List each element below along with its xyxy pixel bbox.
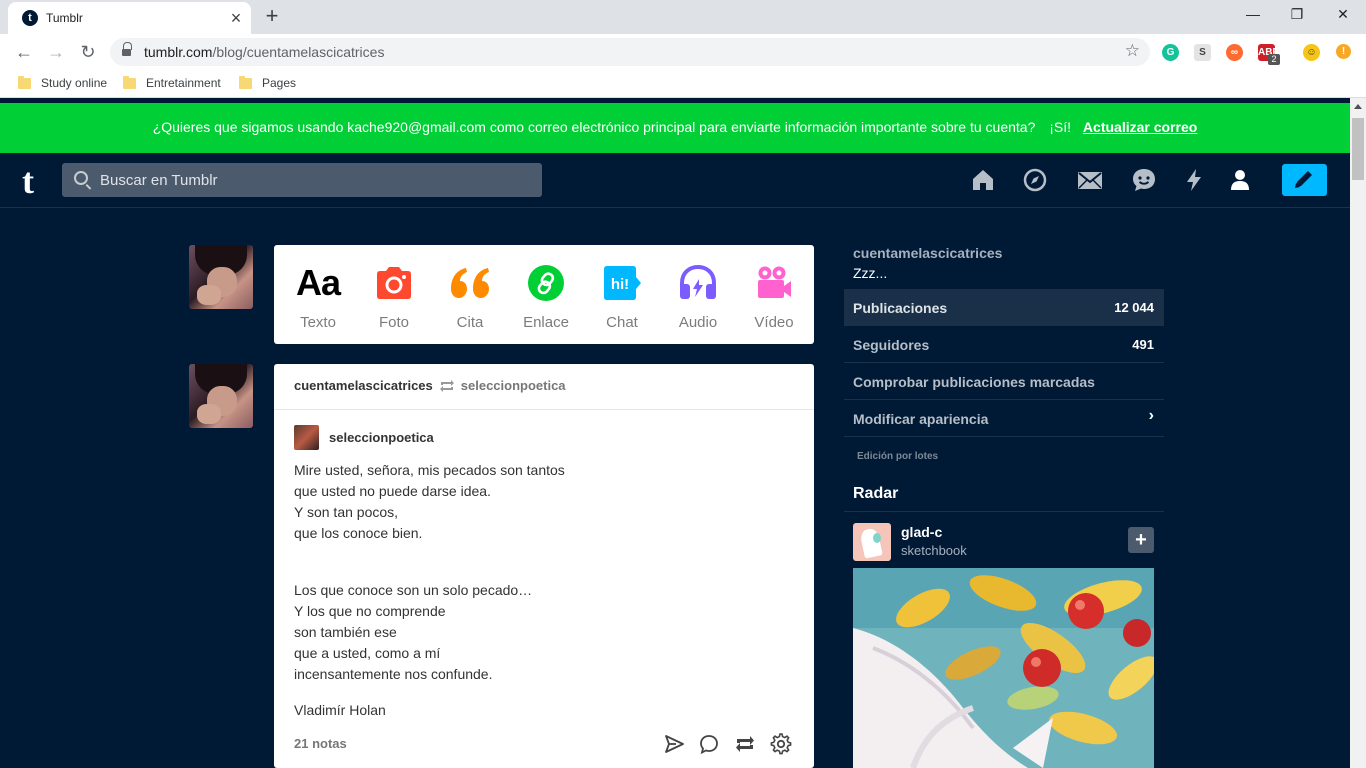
folder-icon xyxy=(123,75,136,89)
sidebar-blog-description: Zzz... xyxy=(853,265,888,281)
chat-icon: hi! xyxy=(584,263,660,303)
notes-count[interactable]: 21 notas xyxy=(294,736,347,751)
restore-icon[interactable]: ❐ xyxy=(1282,4,1312,24)
close-window-icon[interactable]: ✕ xyxy=(1328,4,1358,24)
reblog-icon[interactable] xyxy=(734,733,756,755)
post-type-video[interactable]: Vídeo xyxy=(736,263,812,331)
emoji-icon[interactable]: ☺ xyxy=(1303,44,1320,61)
avatar[interactable] xyxy=(189,364,253,428)
settings-gear-icon[interactable] xyxy=(770,733,792,755)
adblock-badge: 2 xyxy=(1268,54,1280,65)
radar-blog-name[interactable]: glad-c xyxy=(901,524,942,540)
bookmark-pages[interactable]: Pages xyxy=(239,75,296,90)
batch-edit-link[interactable]: Edición por lotes xyxy=(857,451,938,462)
reblog-source-link[interactable]: seleccionpoetica xyxy=(461,378,566,393)
home-icon[interactable] xyxy=(970,167,996,193)
search-input[interactable]: Buscar en Tumblr xyxy=(62,163,542,197)
post-author-link[interactable]: cuentamelascicatrices xyxy=(294,378,433,393)
search-placeholder: Buscar en Tumblr xyxy=(100,172,218,189)
bookmark-entretainment[interactable]: Entretainment xyxy=(123,75,221,90)
banner-message: ¿Quieres que sigamos usando kache920@gma… xyxy=(152,119,1036,135)
browser-tabstrip: t Tumblr × + — ❐ ✕ xyxy=(0,0,1366,34)
lock-icon xyxy=(122,42,132,57)
share-icon[interactable] xyxy=(663,733,685,755)
radar-artwork-image[interactable] xyxy=(853,568,1154,768)
sidebar-item-posts[interactable]: Publicaciones 12 044 xyxy=(844,289,1164,326)
browser-toolbar: ← → ↻ tumblr.com/blog/cuentamelascicatri… xyxy=(0,34,1366,70)
chevron-right-icon: › xyxy=(1148,407,1154,424)
scroll-thumb[interactable] xyxy=(1352,118,1364,180)
radar-title: Radar xyxy=(853,485,899,502)
reblog-author-link[interactable]: seleccionpoetica xyxy=(329,430,434,445)
grammarly-icon[interactable]: G xyxy=(1162,44,1179,61)
sidebar-item-edit-appearance[interactable]: Modificar apariencia › xyxy=(844,400,1164,437)
link-icon xyxy=(508,263,584,303)
sidebar-blog-name[interactable]: cuentamelascicatrices xyxy=(853,245,1002,261)
audio-icon xyxy=(660,263,736,303)
inbox-icon[interactable] xyxy=(1077,167,1103,193)
sidebar-item-followers[interactable]: Seguidores 491 xyxy=(844,326,1164,363)
reload-icon[interactable]: ↻ xyxy=(76,40,100,64)
forward-icon[interactable]: → xyxy=(44,40,68,64)
messages-icon[interactable] xyxy=(1131,167,1157,193)
svg-text:hi!: hi! xyxy=(611,276,629,293)
minimize-icon[interactable]: — xyxy=(1238,4,1268,24)
back-icon[interactable]: ← xyxy=(12,40,36,64)
avatar[interactable] xyxy=(189,245,253,309)
address-bar[interactable]: tumblr.com/blog/cuentamelascicatrices ☆ xyxy=(110,38,1150,66)
folder-icon xyxy=(18,75,31,89)
post-stanza-2: Los que conoce son un solo pecado… Y los… xyxy=(294,582,533,682)
search-icon xyxy=(74,171,88,185)
s-extension-icon[interactable]: S xyxy=(1194,44,1211,61)
tumblr-favicon-icon: t xyxy=(22,10,38,26)
post-stanza-1: Mire usted, señora, mis pecados son tant… xyxy=(294,462,565,541)
video-icon xyxy=(736,263,812,303)
post-type-photo[interactable]: Foto xyxy=(356,263,432,331)
post-type-picker: Aa Texto Foto Cita Enlace hi! Chat Audio xyxy=(274,245,814,344)
update-alert-icon[interactable]: ! xyxy=(1336,44,1351,59)
new-tab-button[interactable]: + xyxy=(260,4,284,28)
radar-divider xyxy=(844,511,1164,512)
bookmark-star-icon[interactable]: ☆ xyxy=(1125,41,1140,61)
post-type-chat[interactable]: hi! Chat xyxy=(584,263,660,331)
post-signature: Vladimír Holan xyxy=(294,702,386,718)
reply-icon[interactable] xyxy=(698,733,720,755)
sidebar-item-flagged-posts[interactable]: Comprobar publicaciones marcadas xyxy=(844,363,1164,400)
text-icon: Aa xyxy=(295,262,341,303)
activity-icon[interactable] xyxy=(1181,167,1207,193)
post-divider xyxy=(274,409,814,410)
post-type-link[interactable]: Enlace xyxy=(508,263,584,331)
explore-icon[interactable] xyxy=(1022,167,1048,193)
infinity-icon[interactable]: ∞ xyxy=(1226,44,1243,61)
radar-blog-subtitle: sketchbook xyxy=(901,543,967,558)
folder-icon xyxy=(239,75,252,89)
email-confirm-banner: ¿Quieres que sigamos usando kache920@gma… xyxy=(0,103,1350,153)
page-scrollbar[interactable] xyxy=(1350,98,1366,768)
tab-title: Tumblr xyxy=(46,11,83,25)
account-icon[interactable] xyxy=(1227,167,1253,193)
bookmarks-bar: Study online Entretainment Pages xyxy=(0,70,1366,98)
post-header: cuentamelascicatrices seleccionpoetica xyxy=(294,378,566,393)
post-type-quote[interactable]: Cita xyxy=(432,263,508,331)
scroll-up-icon[interactable] xyxy=(1354,104,1362,109)
post-card: cuentamelascicatrices seleccionpoetica s… xyxy=(274,364,814,768)
browser-tab[interactable]: t Tumblr × xyxy=(8,2,251,34)
compose-button[interactable] xyxy=(1282,164,1327,196)
radar-avatar[interactable] xyxy=(853,523,891,561)
post-type-audio[interactable]: Audio xyxy=(660,263,736,331)
reblog-small-icon xyxy=(439,379,454,392)
post-type-text[interactable]: Aa Texto xyxy=(280,262,356,331)
banner-update-link[interactable]: Actualizar correo xyxy=(1083,119,1197,135)
tumblr-logo[interactable]: t xyxy=(22,163,34,199)
bookmark-study-online[interactable]: Study online xyxy=(18,75,107,90)
banner-yes-link[interactable]: ¡Sí! xyxy=(1049,119,1071,135)
compose-icon xyxy=(1295,171,1312,188)
reblog-avatar[interactable] xyxy=(294,425,319,450)
quote-icon xyxy=(432,263,508,303)
follow-button[interactable]: + xyxy=(1128,527,1154,553)
tumblr-header: t Buscar en Tumblr xyxy=(0,153,1350,208)
url-text[interactable]: tumblr.com/blog/cuentamelascicatrices xyxy=(144,44,384,60)
photo-icon xyxy=(356,263,432,303)
tab-close-icon[interactable]: × xyxy=(226,8,246,28)
